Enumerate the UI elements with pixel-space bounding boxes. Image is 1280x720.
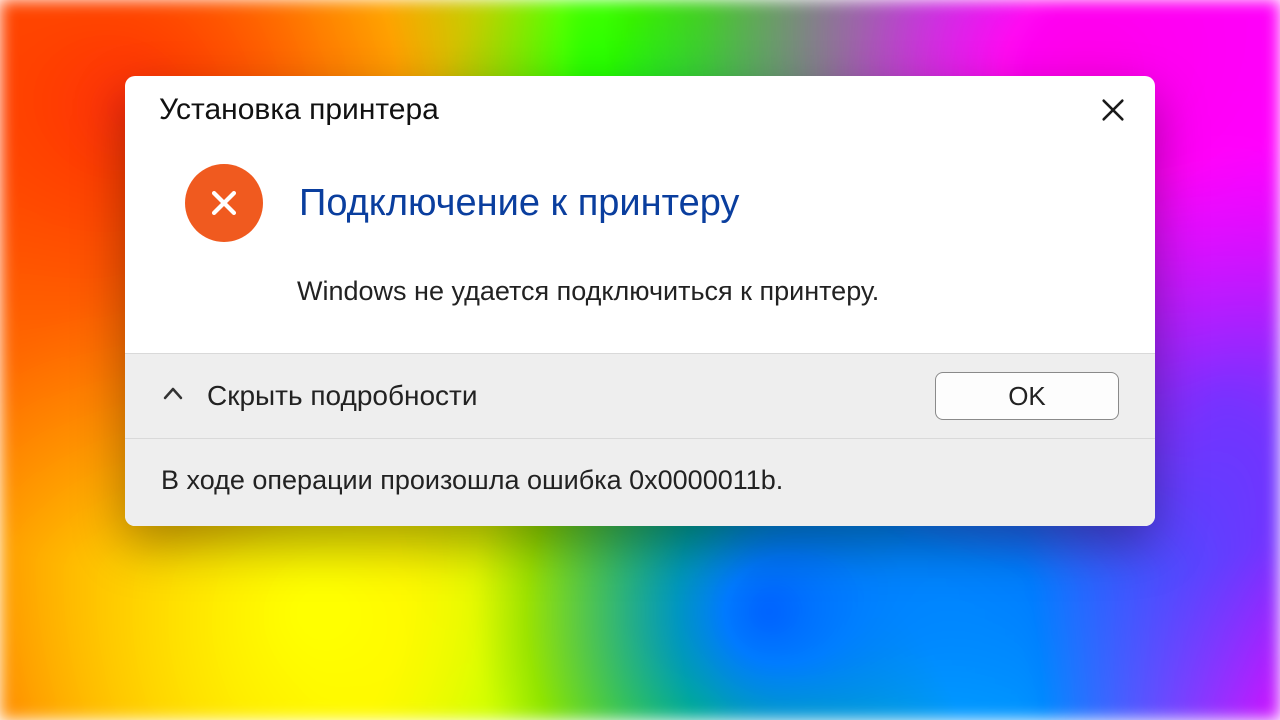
dialog-message: Windows не удается подключиться к принте… [185,276,1095,307]
ok-button[interactable]: OK [935,372,1119,420]
error-details-text: В ходе операции произошла ошибка 0x00000… [161,465,783,495]
chevron-up-icon [161,382,185,411]
ok-button-label: OK [1008,381,1046,412]
dialog-actions-bar: Скрыть подробности OK [125,353,1155,438]
dialog-content: Подключение к принтеру Windows не удаетс… [125,136,1155,353]
dialog-heading: Подключение к принтеру [299,182,739,225]
toggle-details-button[interactable]: Скрыть подробности [161,380,478,412]
error-dialog: Установка принтера Подключение к принтер… [125,76,1155,526]
error-icon [185,164,263,242]
dialog-details-pane: В ходе операции произошла ошибка 0x00000… [125,438,1155,526]
dialog-titlebar: Установка принтера [125,76,1155,136]
toggle-details-label: Скрыть подробности [207,380,478,412]
close-icon [1099,96,1127,124]
close-button[interactable] [1095,92,1131,128]
dialog-title: Установка принтера [159,93,439,127]
